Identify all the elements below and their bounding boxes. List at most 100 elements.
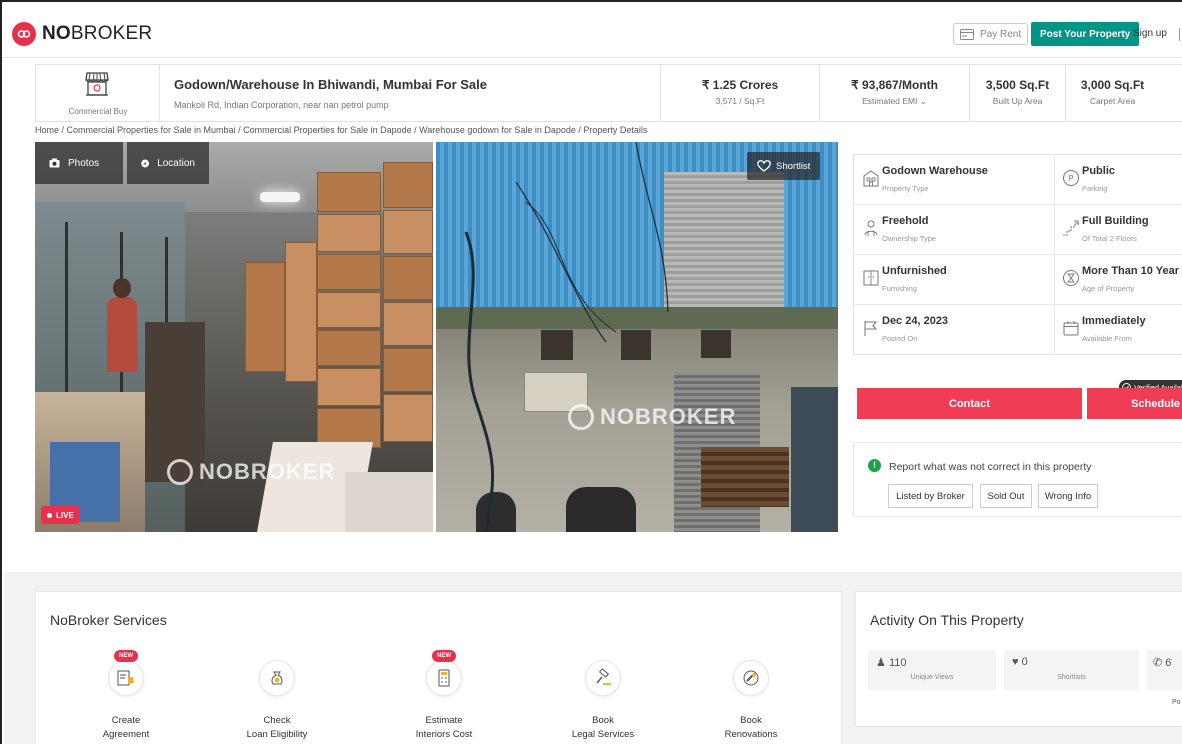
pay-rent-button[interactable]: Pay Rent — [953, 23, 1029, 45]
sign-up-link[interactable]: Sign up — [1133, 28, 1167, 39]
detail-label: Posted On — [882, 334, 918, 343]
money-bag-icon — [271, 671, 283, 685]
title-cell: Godown/Warehouse In Bhiwandi, Mumbai For… — [160, 65, 661, 121]
carpet-cell: 3,000 Sq.Ft Carpet Area — [1066, 65, 1159, 121]
property-title-bar: Commercial Buy Godown/Warehouse In Bhiwa… — [35, 64, 1182, 122]
report-box: ! Report what was not correct in this pr… — [853, 442, 1182, 517]
paint-roller-icon — [743, 670, 759, 686]
heart-icon: ♥ — [1012, 656, 1019, 668]
detail-available-from: Immediately Available From — [1054, 305, 1182, 355]
detail-value: Freehold — [882, 215, 929, 227]
detail-posted-on: Dec 24, 2023 Posted On — [854, 305, 1054, 355]
report-listed-by-broker-button[interactable]: Listed by Broker — [888, 484, 973, 508]
property-details-panel: Godown Warehouse Property Type P Public … — [853, 154, 1182, 355]
detail-label: Parking — [1082, 184, 1108, 193]
detail-furnishing: Unfurnished Furnishing — [854, 255, 1054, 305]
brand-logo[interactable]: NOBROKER — [12, 22, 152, 46]
contacts-stat: ✆ 6 — [1147, 650, 1182, 690]
warehouse-interior-photo[interactable]: NOBROKER — [35, 142, 433, 532]
activity-title: Activity On This Property — [870, 612, 1024, 628]
header-divider — [1179, 28, 1180, 41]
shortlist-label: Shortlist — [776, 160, 811, 172]
detail-value: Unfurnished — [882, 265, 947, 277]
service-renovations[interactable]: Book Renovations — [691, 650, 811, 742]
phone-icon: ✆ — [1153, 657, 1163, 669]
breadcrumb[interactable]: Home / Commercial Properties for Sale in… — [35, 125, 647, 135]
emi-label[interactable]: Estimated EMI ⌄ — [820, 96, 969, 107]
pay-rent-label: Pay Rent — [980, 28, 1022, 40]
new-badge: NEW — [432, 650, 456, 662]
agreement-icon — [117, 670, 134, 686]
stairs-icon — [1063, 220, 1079, 236]
price-value: ₹ 1.25 Crores — [701, 78, 779, 92]
category-label: Commercial Buy — [68, 107, 128, 116]
detail-ownership-type: Freehold Ownership Type — [854, 205, 1054, 255]
detail-value: Godown Warehouse — [882, 165, 988, 177]
photo-gallery[interactable]: NOBROKER NOBROKER Photos Location Shortl… — [35, 142, 838, 532]
furnishing-icon — [863, 270, 879, 286]
shortlist-button[interactable]: Shortlist — [747, 152, 821, 180]
service-legal[interactable]: Book Legal Services — [543, 650, 663, 742]
truncated-label: Po — [1172, 699, 1181, 706]
detail-label: Available From — [1082, 334, 1132, 343]
carpet-value: 3,000 Sq.Ft — [1080, 78, 1145, 92]
activity-card: Activity On This Property ♟ 110 Unique V… — [855, 591, 1182, 727]
unique-views-stat: ♟ 110 Unique Views — [868, 650, 996, 690]
brand-name: NOBROKER — [42, 23, 153, 44]
detail-label: Age of Property — [1082, 284, 1135, 293]
watermark-left: NOBROKER — [167, 459, 335, 485]
category-cell: Commercial Buy — [36, 65, 160, 121]
detail-value: Full Building — [1082, 215, 1149, 227]
emi-value: ₹ 93,867/Month — [851, 78, 938, 92]
detail-value: More Than 10 Year — [1082, 265, 1180, 277]
detail-label: Of Total 2 Floors — [1082, 234, 1137, 243]
svg-text:P: P — [1069, 174, 1074, 183]
service-interiors-cost[interactable]: NEW Estimate Interiors Cost — [384, 650, 504, 742]
heart-icon — [757, 160, 771, 172]
price-per-sqft: 3,571 / Sq.Ft — [715, 96, 765, 106]
detail-age: More Than 10 Year Age of Property — [1054, 255, 1182, 305]
detail-value: Dec 24, 2023 — [882, 315, 949, 327]
shop-icon — [85, 72, 109, 96]
live-badge: LIVE — [41, 506, 80, 524]
calendar-icon — [1063, 321, 1079, 336]
detail-value: Immediately — [1082, 315, 1146, 327]
new-badge: NEW — [114, 650, 138, 662]
detail-label: Ownership Type — [882, 234, 937, 243]
tab-photos[interactable]: Photos — [35, 142, 123, 184]
service-loan-eligibility[interactable]: Check Loan Eligibility — [217, 650, 337, 742]
report-prompt: Report what was not correct in this prop… — [889, 461, 1092, 473]
built-up-label: Built Up Area — [992, 96, 1043, 106]
services-title: NoBroker Services — [50, 612, 167, 628]
ownership-icon — [864, 220, 878, 236]
post-property-button[interactable]: Post Your Property — [1031, 22, 1140, 46]
watermark-right: NOBROKER — [568, 404, 736, 430]
property-address: Mankoli Rd, Indian Corporation, near nan… — [174, 100, 389, 110]
tab-location[interactable]: Location — [127, 142, 209, 184]
built-up-value: 3,500 Sq.Ft — [985, 78, 1050, 92]
price-cell: ₹ 1.25 Crores 3,571 / Sq.Ft — [661, 65, 820, 121]
shortlists-stat: ♥ 0 Shortlists — [1004, 650, 1139, 690]
warehouse-exterior-photo[interactable]: NOBROKER — [436, 142, 838, 532]
emi-cell[interactable]: ₹ 93,867/Month Estimated EMI ⌄ — [820, 65, 970, 121]
gavel-icon — [596, 668, 611, 685]
built-up-cell: 3,500 Sq.Ft Built Up Area — [970, 65, 1066, 121]
report-sold-out-button[interactable]: Sold Out — [980, 484, 1032, 508]
nobroker-services-card: NoBroker Services NEW Create Agreement Ch… — [35, 591, 842, 744]
person-icon: ♟ — [876, 657, 886, 669]
property-title: Godown/Warehouse In Bhiwandi, Mumbai For… — [174, 77, 487, 92]
report-wrong-info-button[interactable]: Wrong Info — [1038, 484, 1098, 508]
contact-button[interactable]: Contact — [857, 388, 1082, 419]
parking-icon: P — [1063, 170, 1079, 186]
compass-icon — [141, 159, 150, 167]
hourglass-icon — [1063, 270, 1079, 286]
tab-photos-label: Photos — [68, 157, 100, 169]
schedule-visit-button[interactable]: Schedule — [1087, 388, 1182, 419]
alert-icon: ! — [868, 459, 881, 472]
carpet-label: Carpet Area — [1089, 96, 1136, 106]
detail-floor: Full Building Of Total 2 Floors — [1054, 205, 1182, 255]
calculator-icon — [438, 669, 450, 687]
top-header: NOBROKER Pay Rent Post Your Property Sig… — [2, 2, 1182, 58]
card-icon — [960, 28, 974, 40]
service-create-agreement[interactable]: NEW Create Agreement — [66, 650, 186, 742]
